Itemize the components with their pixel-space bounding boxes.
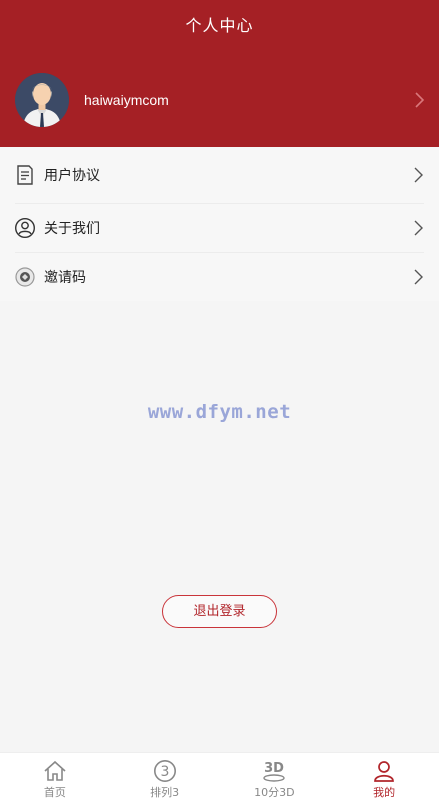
menu-item-user-agreement[interactable]: 用户协议 [0, 147, 439, 203]
page-title: 个人中心 [185, 16, 254, 35]
tab-pailie3[interactable]: 3 排列3 [110, 753, 220, 800]
chevron-right-icon[interactable] [410, 90, 428, 110]
avatar-person-icon [15, 73, 69, 127]
watermark-text: www.dfym.net [147, 401, 292, 423]
invite-code-icon [15, 266, 35, 287]
person-icon [374, 761, 394, 782]
avatar[interactable] [15, 73, 69, 127]
menu-item-invite-code[interactable]: 邀请码 [0, 252, 439, 301]
3d-icon: 3D [263, 761, 286, 782]
tab-label: 首页 [43, 786, 66, 799]
profile-header: 个人中心 haiwaiymcom [0, 0, 439, 147]
menu-item-label: 用户协议 [44, 168, 100, 184]
document-icon [17, 165, 33, 185]
menu-item-about-us[interactable]: 关于我们 [0, 203, 439, 252]
username: haiwaiymcom [84, 92, 169, 108]
circle-three-icon: 3 [153, 760, 176, 782]
menu-list: 用户协议 关于我们 邀请码 [0, 147, 439, 301]
svg-text:3D: 3D [264, 761, 284, 776]
bottom-tab-bar: 首页 3 排列3 3D 10分3D 我的 [0, 752, 439, 800]
tab-label: 排列3 [150, 786, 180, 799]
tab-10fen-3d[interactable]: 3D 10分3D [220, 753, 330, 800]
tab-home[interactable]: 首页 [0, 753, 110, 800]
home-icon [44, 760, 66, 781]
chevron-right-icon [414, 220, 423, 235]
logout-button[interactable]: 退出登录 [162, 595, 277, 628]
tab-label: 10分3D [254, 786, 295, 799]
chevron-right-icon [414, 269, 423, 284]
menu-item-label: 关于我们 [44, 220, 100, 237]
tab-mine[interactable]: 我的 [329, 753, 439, 800]
user-circle-icon [14, 217, 36, 238]
chevron-right-icon [414, 167, 423, 183]
menu-item-label: 邀请码 [44, 269, 86, 286]
svg-text:3: 3 [160, 764, 169, 780]
tab-label: 我的 [373, 786, 396, 799]
